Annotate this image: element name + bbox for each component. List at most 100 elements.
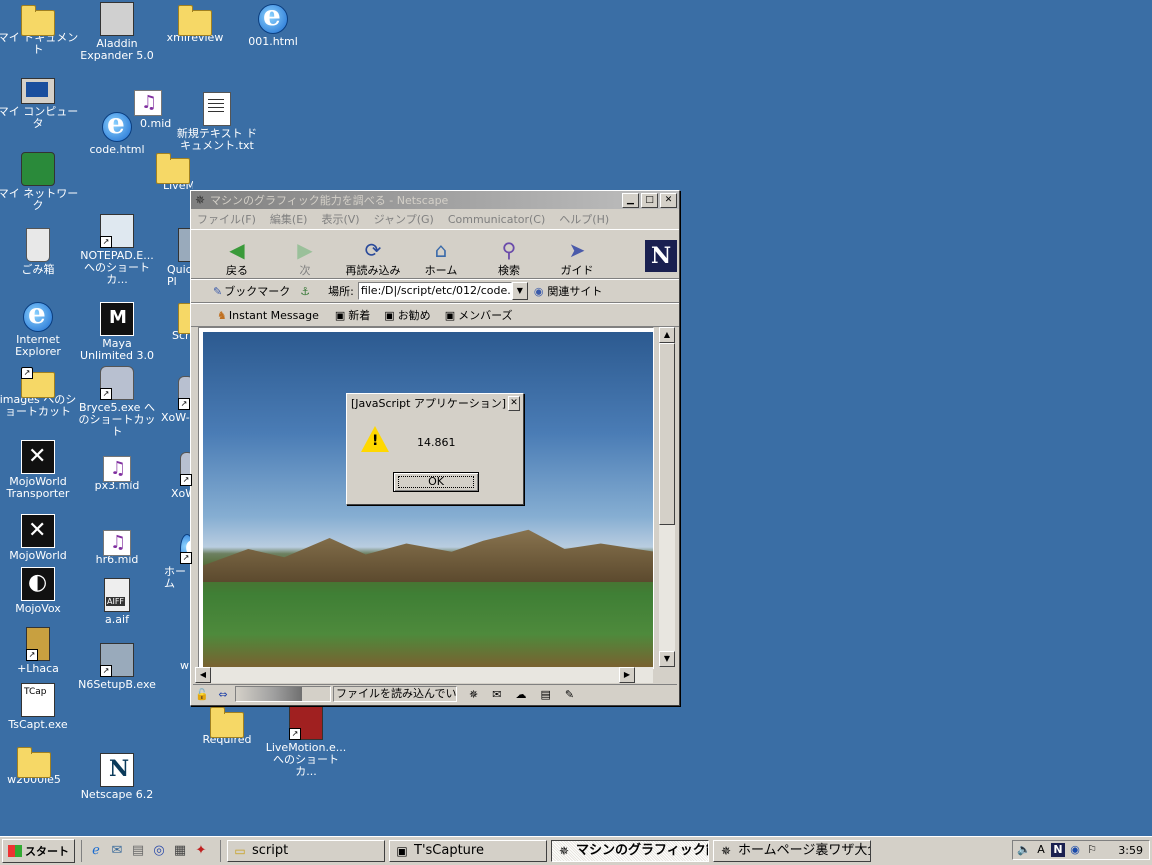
internet-explorer-icon[interactable]: ℯ — [88, 843, 104, 859]
netscape-logo[interactable]: N — [645, 240, 677, 272]
midi-file-icon — [103, 456, 131, 482]
bookmarks-button[interactable]: ブックマーク — [224, 283, 290, 299]
desktop-icon-n6setupb[interactable]: N6SetupB.exe — [75, 643, 159, 691]
desktop-icon-livemotion-shortcut[interactable]: LiveMotion.e... へのショートカ... — [264, 706, 348, 778]
scroll-right-button[interactable]: ▶ — [619, 667, 635, 683]
page-proxy-icon[interactable]: ⚓ — [300, 285, 310, 298]
desktop-icon-aladdin-expander[interactable]: Aladdin Expander 5.0 — [75, 2, 159, 62]
desktop-icon-bryce-shortcut[interactable]: Bryce5.exe へのショートカット — [75, 366, 159, 438]
menu-go[interactable]: ジャンプ(G) — [374, 211, 434, 227]
network-status-icon[interactable]: ⚐ — [1085, 843, 1099, 857]
vertical-scrollbar[interactable]: ▲ ▼ — [659, 327, 675, 667]
desktop-icon-my-computer[interactable]: マイ コンピュータ — [0, 78, 80, 130]
recommend-button[interactable]: お勧め — [398, 307, 431, 323]
component-bar-mail-icon[interactable]: ✉ — [492, 688, 501, 701]
desktop-icon-notepad-shortcut[interactable]: NOTEPAD.E... へのショートカ... — [75, 214, 159, 286]
desktop-icon-mojovox[interactable]: MojoVox — [0, 567, 80, 615]
desktop-icon-my-network[interactable]: マイ ネットワーク — [0, 152, 80, 212]
component-bar-discussion-icon[interactable]: ☁ — [515, 688, 526, 701]
desktop-icon-images-shortcut[interactable]: images へのショートカット — [0, 366, 80, 418]
task-tscapture[interactable]: ▣ T'sCapture — [389, 840, 547, 862]
show-desktop-icon[interactable]: ▤ — [130, 843, 146, 859]
desktop-icon-xmlreview[interactable]: xmlreview — [153, 4, 237, 44]
search-icon[interactable]: ◎ — [151, 843, 167, 859]
desktop-icon-mojoworld-transporter[interactable]: MojoWorld Transporter — [0, 440, 80, 500]
scroll-thumb[interactable] — [659, 343, 675, 525]
search-button[interactable]: ⚲ 検索 — [475, 238, 543, 278]
task-netscape-graphics[interactable]: ✵マシンのグラフィック能力... — [551, 840, 709, 862]
forward-button[interactable]: ▶ 次 — [271, 238, 339, 278]
netscape-tray-icon[interactable]: N — [1051, 843, 1065, 857]
members-button[interactable]: メンバーズ — [458, 307, 512, 323]
notepad-icon — [100, 214, 134, 248]
desktop-icon-hr6-mid[interactable]: hr6.mid — [75, 526, 159, 566]
ok-button[interactable]: OK — [393, 472, 479, 492]
desktop-icon-recycle-bin[interactable]: ごみ箱 — [0, 228, 80, 276]
desktop-icon-new-text-document[interactable]: 新規テキスト ドキュメント.txt — [175, 92, 259, 152]
desktop-icon-w2000ie5[interactable]: w2000ie5 — [0, 746, 76, 786]
security-lock-icon[interactable]: 🔓 — [193, 688, 211, 701]
desktop-icon-internet-explorer[interactable]: Internet Explorer — [0, 297, 80, 358]
folder-icon — [21, 5, 55, 36]
bookmarks-icon: ✎ — [213, 284, 223, 298]
instant-message-button[interactable]: Instant Message — [229, 309, 319, 322]
window-titlebar[interactable]: ✵ マシンのグラフィック能力を調べる - Netscape ▁ □ ✕ — [191, 191, 679, 209]
desktop-icon-required[interactable]: Required — [185, 706, 269, 746]
menu-file[interactable]: ファイル(F) — [197, 211, 256, 227]
desktop-icon-livem[interactable]: LiveM — [153, 152, 193, 192]
related-sites-button[interactable]: 関連サイト — [547, 283, 602, 299]
desktop-icon-netscape-62[interactable]: Netscape 6.2 — [75, 753, 159, 801]
desktop-icon-lhaca[interactable]: +Lhaca — [0, 627, 80, 675]
desktop-icon-001-html[interactable]: 001.html — [231, 0, 315, 48]
acrobat-icon[interactable]: ✦ — [193, 843, 209, 859]
javascript-alert-dialog: [JavaScript アプリケーション] ✕ ! 14.861 OK — [346, 393, 524, 505]
clock[interactable]: 3:59 — [1118, 844, 1143, 857]
start-button[interactable]: スタート — [2, 839, 75, 863]
dialog-close-button[interactable]: ✕ — [508, 395, 520, 411]
new-button[interactable]: 新着 — [348, 307, 370, 323]
realplayer-icon[interactable]: ◉ — [1068, 843, 1082, 857]
back-button[interactable]: ◀ 戻る — [203, 238, 271, 278]
livemotion-icon — [289, 706, 323, 740]
component-bar-edit-icon[interactable]: ✎ — [565, 688, 574, 701]
location-field[interactable]: file:/D|/script/etc/012/code.htm — [357, 282, 512, 300]
component-bar-composer-icon[interactable]: ▤ — [540, 688, 550, 701]
menu-communicator[interactable]: Communicator(C) — [448, 213, 545, 226]
desktop-icon-scr[interactable]: Scr — [168, 302, 192, 342]
warning-icon: ! — [361, 426, 389, 452]
task-script[interactable]: ▭ script — [227, 840, 385, 862]
desktop-icon-a-aif[interactable]: a.aif — [75, 578, 159, 626]
dialog-titlebar[interactable]: [JavaScript アプリケーション] ✕ — [348, 395, 522, 411]
desktop-icon-mojoworld[interactable]: MojoWorld — [0, 514, 80, 562]
scroll-left-button[interactable]: ◀ — [195, 667, 211, 683]
component-bar-navigator-icon[interactable]: ✵ — [469, 688, 478, 701]
desktop-icon-xow-shortcut[interactable]: XoW- — [158, 376, 192, 424]
volume-icon[interactable]: 🔈 — [1017, 843, 1031, 857]
desktop-icon-home[interactable]: ホーム — [164, 534, 192, 590]
desktop-icon-tscapt[interactable]: TsCapt.exe — [0, 683, 80, 731]
desktop-icon-0-mid[interactable]: 0.mid — [108, 86, 171, 130]
outlook-express-icon[interactable]: ✉ — [109, 843, 125, 859]
menu-edit[interactable]: 編集(E) — [270, 211, 308, 227]
guide-button[interactable]: ➤ ガイド — [543, 238, 611, 278]
app-launcher-icon[interactable]: ▦ — [172, 843, 188, 859]
desktop-icon-xow[interactable]: XoW — [168, 452, 192, 500]
menu-view[interactable]: 表示(V) — [321, 211, 359, 227]
maximize-button[interactable]: □ — [641, 192, 658, 208]
home-button[interactable]: ⌂ ホーム — [407, 238, 475, 278]
desktop-icon-my-documents[interactable]: マイ ドキュメント — [0, 4, 80, 56]
close-button[interactable]: ✕ — [660, 192, 677, 208]
desktop-icon-quick-pl[interactable]: Quic Pl — [160, 228, 190, 288]
ime-icon[interactable]: A — [1034, 843, 1048, 857]
task-homepage-tricks[interactable]: ✵ホームページ裏ワザ大全 -... — [713, 840, 871, 862]
horizontal-scrollbar[interactable]: ◀ ▶ — [195, 667, 653, 683]
scroll-down-button[interactable]: ▼ — [659, 651, 675, 667]
minimize-button[interactable]: ▁ — [622, 192, 639, 208]
menu-help[interactable]: ヘルプ(H) — [559, 211, 609, 227]
desktop-icon-px3-mid[interactable]: px3.mid — [75, 452, 159, 492]
desktop-icon-maya[interactable]: Maya Unlimited 3.0 — [75, 302, 159, 362]
location-dropdown-button[interactable]: ▼ — [511, 282, 528, 300]
reload-button[interactable]: ⟳ 再読み込み — [339, 238, 407, 278]
status-text: ファイルを読み込んでいま — [333, 686, 457, 702]
scroll-up-button[interactable]: ▲ — [659, 327, 675, 343]
